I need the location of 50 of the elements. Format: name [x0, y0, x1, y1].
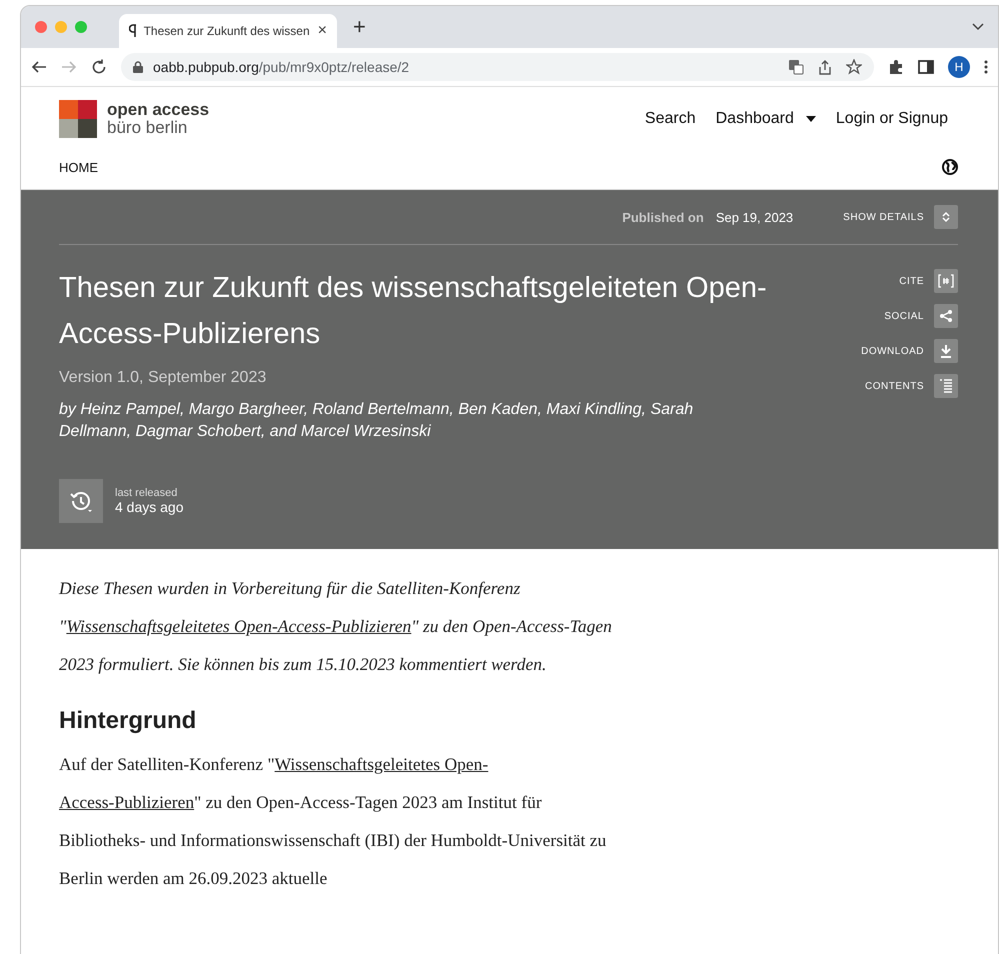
nav-link[interactable]: Search: [644, 110, 696, 128]
address-bar[interactable]: oabb.pubpub.org/pub/mr9x0ptz/release/2: [121, 53, 874, 81]
action-button[interactable]: CONTENTS: [865, 374, 958, 398]
release-label: last released: [115, 487, 178, 499]
tab-title: Thesen zur Zukunft des wissen: [144, 24, 310, 38]
logo-text: büro berlin: [107, 118, 188, 137]
article-link[interactable]: Wissenschaftsgeleitetes Open-: [274, 754, 488, 774]
section-heading: Hintergrund: [59, 707, 198, 735]
list-icon: [934, 374, 958, 398]
action-button[interactable]: DOWNLOAD: [861, 339, 958, 363]
logo-text: open access: [107, 101, 210, 118]
download-icon: [934, 339, 958, 363]
new-tab-button[interactable]: +: [353, 14, 366, 40]
brackets-icon: [934, 269, 958, 293]
caret-icon: [806, 116, 816, 122]
browser-tab[interactable]: Thesen zur Zukunft des wissen ×: [119, 14, 337, 48]
close-tab-button[interactable]: ×: [318, 22, 327, 40]
action-button[interactable]: SOCIAL: [884, 304, 958, 328]
published-label: Published on: [622, 210, 704, 224]
profile-avatar[interactable]: H: [948, 56, 970, 78]
release-time: 4 days ago: [115, 499, 184, 515]
action-button[interactable]: CITE: [899, 269, 958, 293]
pilcrow-icon: [129, 24, 136, 38]
dashboard-dropdown[interactable]: Dashboard: [716, 110, 816, 128]
version-text: Version 1.0, September 2023: [59, 369, 268, 387]
article-title: Thesen zur Zukunft des wissenschaftsgeleiteten Open-Access-Publizierens: [59, 271, 768, 352]
share-icon[interactable]: [818, 59, 832, 75]
logo-icon[interactable]: [59, 100, 97, 138]
side-panel-icon[interactable]: [918, 60, 934, 74]
puzzle-icon[interactable]: [888, 59, 904, 75]
share-icon: [934, 304, 958, 328]
translate-icon[interactable]: [788, 59, 804, 75]
body-paragraph: Auf der Satelliten-Konferenz "Wissenschaftsgeleitetes Open- Access-Publizieren" zu den Open-Access-Tagen 2023 am Institut für Bibliotheks- und Informationswissenschaft (IBI) der Humboldt-Universität zu Berlin werden am 26.09.2023 aktuelle: [59, 753, 608, 890]
up-down-icon: [941, 211, 951, 223]
history-button[interactable]: [59, 479, 103, 523]
published-date: Sep 19, 2023: [716, 210, 794, 224]
article-link[interactable]: Wissenschaftsgeleitetes Open-Access-Publizieren: [66, 616, 412, 636]
author-byline: by Heinz Pampel, Margo Bargheer, Roland Bertelmann, Ben Kaden, Maxi Kindling, Sarah Dellmann, Dagmar Schobert, and Marcel Wrzesinski: [59, 400, 694, 442]
show-details-button[interactable]: SHOW DETAILS: [843, 205, 958, 229]
home-link[interactable]: HOME: [59, 160, 98, 174]
reload-icon[interactable]: [91, 59, 107, 75]
intro-paragraph: Diese Thesen wurden in Vorbereitung für die Satelliten-Konferenz "Wissenschaftsgeleitetes Open-Access-Publizieren" zu den Open-Access-Tagen 2023 formuliert. Sie können bis zum 15.10.2023 kommentiert werden.: [59, 577, 613, 676]
lock-icon: [133, 61, 143, 73]
back-icon[interactable]: [31, 60, 47, 74]
nav-link[interactable]: Login or Signup: [836, 110, 948, 128]
star-icon[interactable]: [846, 59, 862, 75]
chevron-down-icon[interactable]: [972, 23, 984, 31]
globe-icon[interactable]: [942, 159, 958, 175]
menu-icon[interactable]: [984, 59, 988, 75]
article-link[interactable]: Access-Publizieren: [59, 792, 194, 812]
